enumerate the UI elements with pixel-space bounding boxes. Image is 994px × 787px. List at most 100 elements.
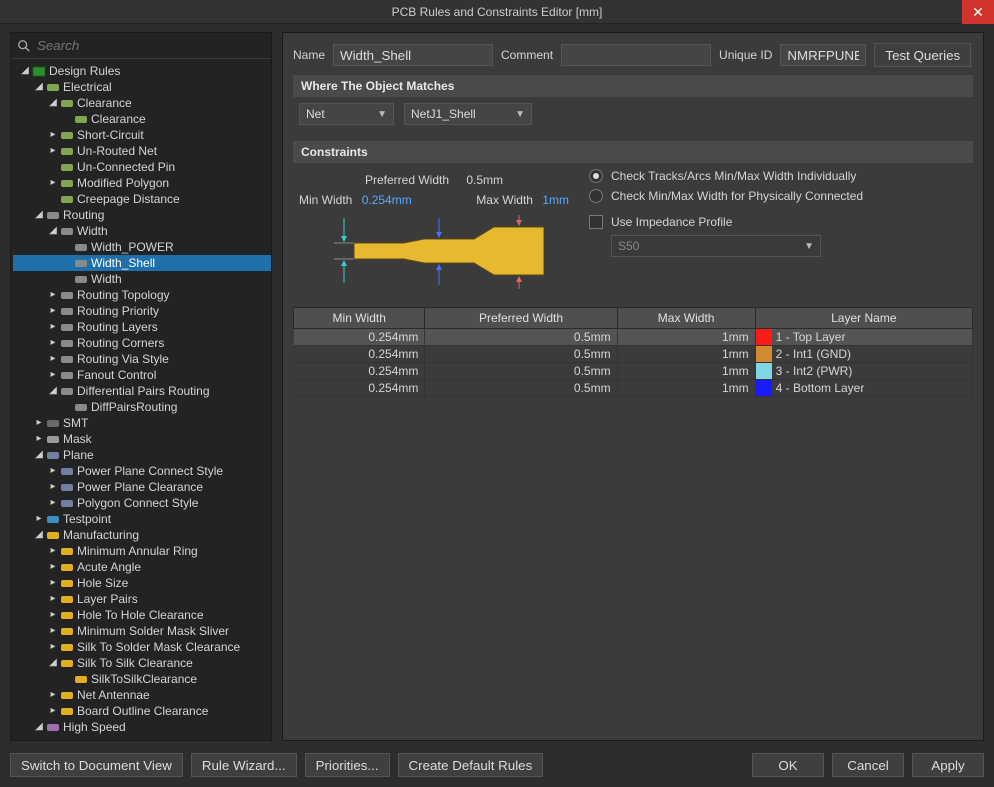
cancel-button[interactable]: Cancel <box>832 753 904 777</box>
tree-item-manufacturing[interactable]: ◢Manufacturing <box>13 527 271 543</box>
rule-comment-input[interactable] <box>561 44 711 66</box>
tree-item-routing-via-style[interactable]: ▸Routing Via Style <box>13 351 271 367</box>
max-width-value[interactable]: 1mm <box>542 193 569 207</box>
min-width-value[interactable]: 0.254mm <box>362 193 412 207</box>
search-input[interactable] <box>37 38 265 53</box>
tree-item-silk-to-silk-clearance[interactable]: ◢Silk To Silk Clearance <box>13 655 271 671</box>
expand-icon[interactable]: ▸ <box>47 559 59 575</box>
radio-check-individually[interactable]: Check Tracks/Arcs Min/Max Width Individu… <box>589 169 967 183</box>
col-layer-name[interactable]: Layer Name <box>755 308 972 329</box>
tree-item-net-antennae[interactable]: ▸Net Antennae <box>13 687 271 703</box>
expand-icon[interactable]: ▸ <box>33 415 45 431</box>
cell-max-width[interactable]: 1mm <box>617 346 755 363</box>
rule-name-input[interactable] <box>333 44 493 66</box>
tree-item-silktosilkclearance[interactable]: SilkToSilkClearance <box>13 671 271 687</box>
expand-icon[interactable]: ▸ <box>47 303 59 319</box>
table-row[interactable]: 0.254mm0.5mm1mm1 - Top Layer <box>294 329 973 346</box>
tree-item-electrical[interactable]: ◢Electrical <box>13 79 271 95</box>
tree-item-polygon-connect-style[interactable]: ▸Polygon Connect Style <box>13 495 271 511</box>
collapse-icon[interactable]: ◢ <box>33 719 45 735</box>
cell-layer-name[interactable]: 3 - Int2 (PWR) <box>755 363 972 380</box>
tree-item-modified-polygon[interactable]: ▸Modified Polygon <box>13 175 271 191</box>
cell-min-width[interactable]: 0.254mm <box>294 380 425 397</box>
match-scope-value-dropdown[interactable]: NetJ1_Shell ▼ <box>404 103 532 125</box>
cell-pref-width[interactable]: 0.5mm <box>425 380 617 397</box>
tree-item-routing-topology[interactable]: ▸Routing Topology <box>13 287 271 303</box>
expand-icon[interactable]: ▸ <box>33 511 45 527</box>
switch-document-view-button[interactable]: Switch to Document View <box>10 753 183 777</box>
table-row[interactable]: 0.254mm0.5mm1mm2 - Int1 (GND) <box>294 346 973 363</box>
expand-icon[interactable]: ▸ <box>47 623 59 639</box>
expand-icon[interactable]: ▸ <box>47 463 59 479</box>
tree-item-width[interactable]: ◢Width <box>13 223 271 239</box>
tree-item-routing-corners[interactable]: ▸Routing Corners <box>13 335 271 351</box>
col-min-width[interactable]: Min Width <box>294 308 425 329</box>
expand-icon[interactable]: ▸ <box>47 127 59 143</box>
tree-item-hole-size[interactable]: ▸Hole Size <box>13 575 271 591</box>
cell-layer-name[interactable]: 2 - Int1 (GND) <box>755 346 972 363</box>
col-max-width[interactable]: Max Width <box>617 308 755 329</box>
tree-item-board-outline-clearance[interactable]: ▸Board Outline Clearance <box>13 703 271 719</box>
priorities-button[interactable]: Priorities... <box>305 753 390 777</box>
col-pref-width[interactable]: Preferred Width <box>425 308 617 329</box>
tree-item-mask[interactable]: ▸Mask <box>13 431 271 447</box>
collapse-icon[interactable]: ◢ <box>47 383 59 399</box>
cell-layer-name[interactable]: 1 - Top Layer <box>755 329 972 346</box>
tree-item-layer-pairs[interactable]: ▸Layer Pairs <box>13 591 271 607</box>
cell-max-width[interactable]: 1mm <box>617 329 755 346</box>
tree-item-smt[interactable]: ▸SMT <box>13 415 271 431</box>
expand-icon[interactable]: ▸ <box>33 431 45 447</box>
tree-item-power-plane-clearance[interactable]: ▸Power Plane Clearance <box>13 479 271 495</box>
table-row[interactable]: 0.254mm0.5mm1mm3 - Int2 (PWR) <box>294 363 973 380</box>
cell-pref-width[interactable]: 0.5mm <box>425 329 617 346</box>
tree-item-minimum-annular-ring[interactable]: ▸Minimum Annular Ring <box>13 543 271 559</box>
match-scope-dropdown[interactable]: Net ▼ <box>299 103 394 125</box>
expand-icon[interactable]: ▸ <box>47 367 59 383</box>
cell-pref-width[interactable]: 0.5mm <box>425 346 617 363</box>
expand-icon[interactable]: ▸ <box>47 591 59 607</box>
preferred-width-value[interactable]: 0.5mm <box>466 173 503 187</box>
cell-max-width[interactable]: 1mm <box>617 363 755 380</box>
rules-tree[interactable]: ◢Design Rules◢Electrical◢ClearanceCleara… <box>11 59 271 740</box>
table-row[interactable]: 0.254mm0.5mm1mm4 - Bottom Layer <box>294 380 973 397</box>
tree-item-routing-priority[interactable]: ▸Routing Priority <box>13 303 271 319</box>
tree-item-power-plane-connect-style[interactable]: ▸Power Plane Connect Style <box>13 463 271 479</box>
cell-max-width[interactable]: 1mm <box>617 380 755 397</box>
tree-item-high-speed[interactable]: ◢High Speed <box>13 719 271 735</box>
collapse-icon[interactable]: ◢ <box>33 527 45 543</box>
expand-icon[interactable]: ▸ <box>47 495 59 511</box>
tree-item-routing[interactable]: ◢Routing <box>13 207 271 223</box>
collapse-icon[interactable]: ◢ <box>33 79 45 95</box>
tree-item-clearance[interactable]: ◢Clearance <box>13 95 271 111</box>
tree-item-minimum-solder-mask-sliver[interactable]: ▸Minimum Solder Mask Sliver <box>13 623 271 639</box>
ok-button[interactable]: OK <box>752 753 824 777</box>
tree-item-plane[interactable]: ◢Plane <box>13 447 271 463</box>
cell-min-width[interactable]: 0.254mm <box>294 363 425 380</box>
layer-width-table[interactable]: Min Width Preferred Width Max Width Laye… <box>293 307 973 397</box>
apply-button[interactable]: Apply <box>912 753 984 777</box>
tree-item-width-shell[interactable]: Width_Shell <box>13 255 271 271</box>
expand-icon[interactable]: ▸ <box>47 175 59 191</box>
expand-icon[interactable]: ▸ <box>47 335 59 351</box>
tree-item-width[interactable]: Width <box>13 271 271 287</box>
radio-check-physically[interactable]: Check Min/Max Width for Physically Conne… <box>589 189 967 203</box>
expand-icon[interactable]: ▸ <box>47 479 59 495</box>
cell-min-width[interactable]: 0.254mm <box>294 346 425 363</box>
expand-icon[interactable]: ▸ <box>47 607 59 623</box>
tree-item-un-connected-pin[interactable]: Un-Connected Pin <box>13 159 271 175</box>
tree-item-hole-to-hole-clearance[interactable]: ▸Hole To Hole Clearance <box>13 607 271 623</box>
tree-item-differential-pairs-routing[interactable]: ◢Differential Pairs Routing <box>13 383 271 399</box>
rule-wizard-button[interactable]: Rule Wizard... <box>191 753 297 777</box>
tree-item-un-routed-net[interactable]: ▸Un-Routed Net <box>13 143 271 159</box>
tree-item-clearance[interactable]: Clearance <box>13 111 271 127</box>
tree-item-testpoint[interactable]: ▸Testpoint <box>13 511 271 527</box>
rule-uniqueid-input[interactable] <box>780 44 866 66</box>
create-default-rules-button[interactable]: Create Default Rules <box>398 753 544 777</box>
collapse-icon[interactable]: ◢ <box>47 95 59 111</box>
expand-icon[interactable]: ▸ <box>47 351 59 367</box>
expand-icon[interactable]: ▸ <box>47 543 59 559</box>
expand-icon[interactable]: ▸ <box>47 575 59 591</box>
window-close-button[interactable]: ✕ <box>962 0 994 24</box>
test-queries-button[interactable]: Test Queries <box>874 43 971 67</box>
expand-icon[interactable]: ▸ <box>47 639 59 655</box>
